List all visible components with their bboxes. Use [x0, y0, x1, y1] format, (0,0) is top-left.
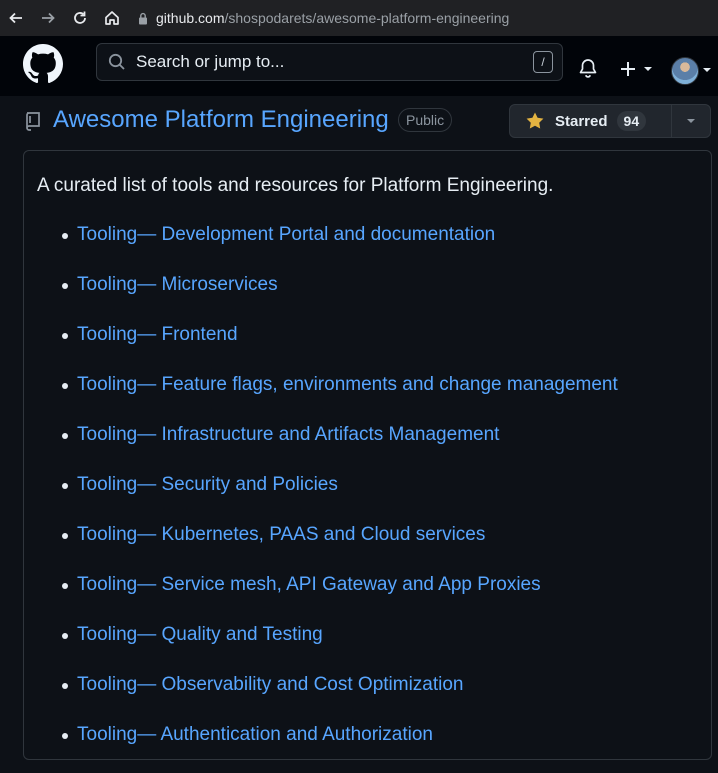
search-shortcut-key: / — [533, 51, 553, 73]
reload-icon — [74, 11, 86, 24]
create-new-button[interactable] — [619, 60, 654, 78]
list-item: Tooling— Authentication and Authorizatio… — [24, 723, 618, 773]
list-link[interactable]: Tooling— Frontend — [77, 324, 238, 345]
search-placeholder: Search or jump to... — [136, 52, 285, 71]
list-item: Tooling— Frontend — [24, 323, 618, 373]
search-icon — [108, 53, 126, 71]
avatar[interactable] — [671, 57, 699, 85]
list-item: Tooling— Service mesh, API Gateway and A… — [24, 573, 618, 623]
caret-down-icon — [687, 119, 695, 123]
repo-header: Awesome Platform Engineering Public Star… — [0, 96, 718, 150]
caret-down-icon — [644, 67, 652, 71]
list-link[interactable]: Tooling— Quality and Testing — [77, 624, 323, 645]
repo-icon — [24, 111, 42, 136]
list-item: Tooling— Security and Policies — [24, 473, 618, 523]
notifications-bell-icon[interactable] — [578, 58, 598, 79]
forward-button[interactable] — [32, 0, 64, 36]
list-item: Tooling— Quality and Testing — [24, 623, 618, 673]
star-count: 94 — [616, 111, 647, 131]
list-item: Tooling— Observability and Cost Optimiza… — [24, 673, 618, 723]
list-item: Tooling— Microservices — [24, 273, 618, 323]
home-icon — [105, 11, 119, 25]
list-link[interactable]: Tooling— Development Portal and document… — [77, 224, 495, 245]
reload-button[interactable] — [64, 0, 96, 36]
readme-intro: A curated list of tools and resources fo… — [37, 175, 554, 196]
back-button[interactable] — [0, 0, 32, 36]
star-filled-icon — [525, 111, 545, 131]
arrow-left-icon — [9, 12, 22, 24]
list-link[interactable]: Tooling— Infrastructure and Artifacts Ma… — [77, 424, 499, 445]
readme-box: A curated list of tools and resources fo… — [23, 150, 712, 760]
url-host: github.com — [156, 10, 225, 26]
tooling-list: Tooling— Development Portal and document… — [24, 223, 618, 773]
list-link[interactable]: Tooling— Kubernetes, PAAS and Cloud serv… — [77, 524, 485, 545]
starred-button[interactable]: Starred 94 — [510, 105, 672, 137]
list-link[interactable]: Tooling— Microservices — [77, 274, 278, 295]
arrow-right-icon — [42, 12, 55, 24]
avatar-caret-down-icon[interactable] — [701, 67, 713, 75]
list-item: Tooling— Feature flags, environments and… — [24, 373, 618, 423]
url-path: /shospodarets/awesome-platform-engineeri… — [224, 10, 510, 26]
list-item: Tooling— Kubernetes, PAAS and Cloud serv… — [24, 523, 618, 573]
list-link[interactable]: Tooling— Security and Policies — [77, 474, 338, 495]
list-link[interactable]: Tooling— Observability and Cost Optimiza… — [77, 674, 464, 695]
list-item: Tooling— Infrastructure and Artifacts Ma… — [24, 423, 618, 473]
github-header: Search or jump to... / — [0, 36, 718, 96]
search-input[interactable]: Search or jump to... / — [96, 43, 563, 81]
lock-icon — [139, 12, 147, 24]
home-button[interactable] — [96, 0, 128, 36]
star-button-group: Starred 94 — [509, 104, 711, 138]
list-link[interactable]: Tooling— Authentication and Authorizatio… — [77, 724, 433, 745]
browser-toolbar: github.com/shospodarets/awesome-platform… — [0, 0, 718, 36]
list-link[interactable]: Tooling— Service mesh, API Gateway and A… — [77, 574, 541, 595]
github-logo-icon[interactable] — [23, 44, 63, 89]
list-item: Tooling— Development Portal and document… — [24, 223, 618, 273]
visibility-badge: Public — [398, 108, 453, 132]
star-lists-dropdown[interactable] — [672, 105, 710, 137]
address-bar[interactable]: github.com/shospodarets/awesome-platform… — [134, 10, 509, 26]
list-link[interactable]: Tooling— Feature flags, environments and… — [77, 374, 618, 395]
star-label: Starred — [555, 112, 608, 130]
repo-title-link[interactable]: Awesome Platform Engineering — [53, 106, 389, 134]
plus-icon — [621, 62, 635, 76]
